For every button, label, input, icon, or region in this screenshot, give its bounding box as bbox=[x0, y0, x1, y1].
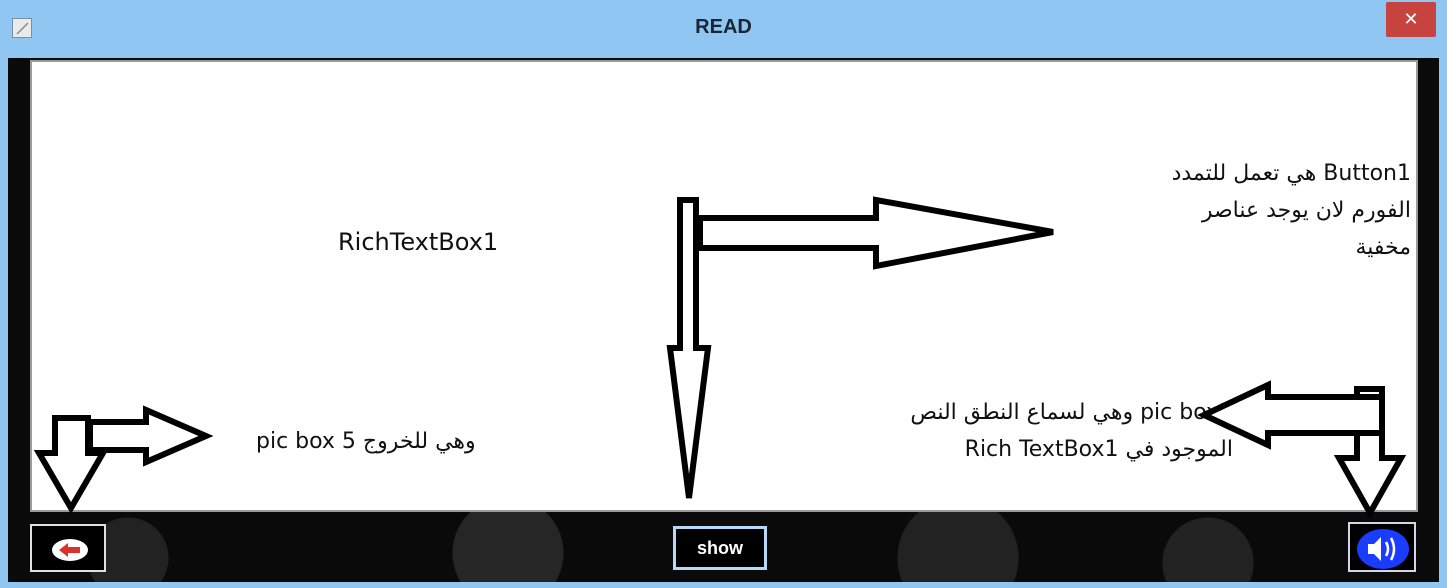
arrow-right-to-exit-note bbox=[87, 405, 214, 467]
speaker-icon bbox=[1357, 529, 1409, 569]
exit-arrow-icon bbox=[52, 539, 88, 561]
read-window: READ ✕ RichTextBox1 Button1 هي تعمل للتم… bbox=[0, 0, 1447, 588]
close-button[interactable]: ✕ bbox=[1386, 2, 1436, 37]
annotation-arrows bbox=[33, 196, 1407, 520]
exit-picture-box[interactable] bbox=[30, 524, 106, 572]
speaker-picture-box[interactable] bbox=[1348, 522, 1416, 572]
title-bar[interactable]: READ ✕ bbox=[0, 0, 1447, 58]
close-icon: ✕ bbox=[1403, 8, 1419, 30]
arrow-right-to-button-note bbox=[697, 196, 1054, 270]
window-title: READ bbox=[695, 16, 752, 38]
arrow-left-to-speaker-note bbox=[1196, 380, 1385, 450]
form-client-area: RichTextBox1 Button1 هي تعمل للتمدد الفو… bbox=[8, 58, 1439, 582]
show-button[interactable]: show bbox=[673, 526, 767, 570]
